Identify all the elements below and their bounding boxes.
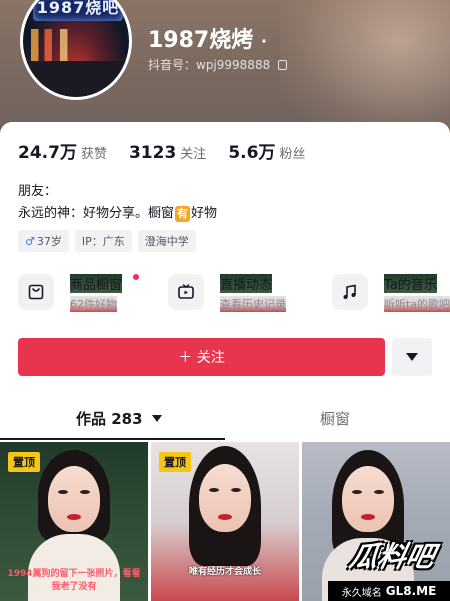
stat-following-label: 关注 (180, 147, 207, 162)
eye (58, 490, 68, 494)
lips (67, 514, 81, 520)
feature-music-title: Ta的音乐 (384, 274, 437, 293)
copy-icon[interactable] (278, 60, 288, 70)
profile-card: 24.7万 获赞 3123 关注 5.6万 粉丝 朋友： 永远的神：好物分享。橱窗有好… (0, 122, 450, 601)
avatar-street (23, 61, 129, 97)
shopping-bag-icon (18, 274, 54, 310)
triangle-down-icon (406, 353, 418, 361)
douyin-id: 抖音号：wpj9998888 (148, 56, 288, 73)
lips (218, 514, 232, 520)
more-dropdown-button[interactable] (392, 338, 432, 376)
follow-button[interactable]: ＋ 关注 (18, 338, 385, 376)
tab-works[interactable]: 作品 283 (76, 408, 162, 429)
nickname: 1987烧烤 · (148, 22, 267, 54)
content-tabs: 作品 283 橱窗 (0, 396, 450, 440)
bio-badge: 有 (175, 206, 191, 222)
nickname-dot: · (260, 31, 267, 51)
tag-school[interactable]: 澄海中学 (137, 230, 196, 252)
bio-line-2-suffix: 好物 (191, 206, 218, 221)
tab-shop-window[interactable]: 橱窗 (320, 408, 350, 429)
caret-down-icon (151, 415, 162, 422)
face (199, 464, 251, 532)
nickname-text: 1987烧烤 (148, 28, 254, 53)
active-tab-indicator (0, 438, 225, 440)
stat-following-value: 3123 (128, 143, 177, 163)
feature-row: 商品橱窗 62件好物 直播动态 查看历史记录 Ta的音乐 听听ta的歌吧 (18, 268, 450, 320)
feature-shop-subtitle: 62件好物 (70, 296, 117, 312)
watermark: 瓜料吧 永久域名 GL8.ME (328, 531, 450, 601)
eye (352, 490, 362, 494)
video-caption: 1994属狗的留下一张照片，看看我老了没有 (7, 569, 141, 592)
stat-likes-label: 获赞 (80, 147, 107, 162)
avatar-lights (31, 29, 127, 63)
bio-line-1: 朋友： (18, 184, 58, 199)
feature-live-title: 直播动态 (220, 274, 273, 293)
stat-likes[interactable]: 24.7万 获赞 (18, 138, 107, 163)
douyin-id-text: 抖音号：wpj9998888 (148, 58, 271, 72)
stat-followers-label: 粉丝 (279, 147, 306, 162)
face (342, 466, 394, 532)
video-thumbnail[interactable]: 置顶 1994属狗的留下一张照片，看看我老了没有 (0, 442, 148, 601)
stat-following[interactable]: 3123 关注 (129, 143, 206, 163)
watermark-logo: 瓜料吧 (346, 540, 438, 573)
tab-works-label: 作品 283 (76, 410, 143, 428)
feature-live-subtitle: 查看历史记录 (220, 296, 286, 312)
tag-row: ♂ 37岁 IP：广东 澄海中学 (18, 230, 202, 252)
lips (361, 514, 375, 520)
watermark-bar: 永久域名 GL8.ME (328, 581, 450, 601)
video-caption: 唯有经历才会成长 (188, 567, 261, 577)
music-note-icon (332, 274, 368, 310)
face (48, 466, 100, 532)
avatar[interactable]: 1987烧吧 (20, 0, 132, 100)
watermark-domain: GL8.ME (385, 584, 437, 598)
avatar-sign-text: 1987烧吧 (33, 0, 123, 21)
video-thumbnail[interactable]: 置顶 唯有经历才会成长 (151, 442, 299, 601)
feature-music-subtitle: 听听ta的歌吧 (384, 296, 450, 312)
video-grid: 置顶 1994属狗的留下一张照片，看看我老了没有 置顶 唯有经历才会成长 瓜料吧… (0, 442, 450, 601)
watermark-bar-text: 永久域名 (341, 587, 382, 599)
pinned-badge: 置顶 (159, 452, 191, 472)
stat-likes-value: 24.7万 (18, 143, 77, 163)
tag-ip-location: IP：广东 (74, 230, 132, 252)
eye (80, 490, 90, 494)
eye (209, 488, 219, 492)
tag-age: 37岁 (36, 235, 62, 248)
bio-line-2-prefix: 永远的神：好物分享。橱窗 (18, 206, 175, 221)
stats-row: 24.7万 获赞 3123 关注 5.6万 粉丝 (18, 138, 327, 163)
tag-gender-age: ♂ 37岁 (18, 230, 69, 252)
stat-followers-value: 5.6万 (228, 143, 276, 163)
tv-icon (168, 274, 204, 310)
feature-shop-title: 商品橱窗 (70, 274, 123, 293)
bio-line-2: 永远的神：好物分享。橱窗有好物 (18, 202, 217, 222)
pinned-badge: 置顶 (8, 452, 40, 472)
stat-followers[interactable]: 5.6万 粉丝 (228, 138, 305, 163)
eye (231, 488, 241, 492)
notification-dot (133, 274, 139, 280)
eye (374, 490, 384, 494)
male-icon: ♂ (25, 235, 35, 248)
